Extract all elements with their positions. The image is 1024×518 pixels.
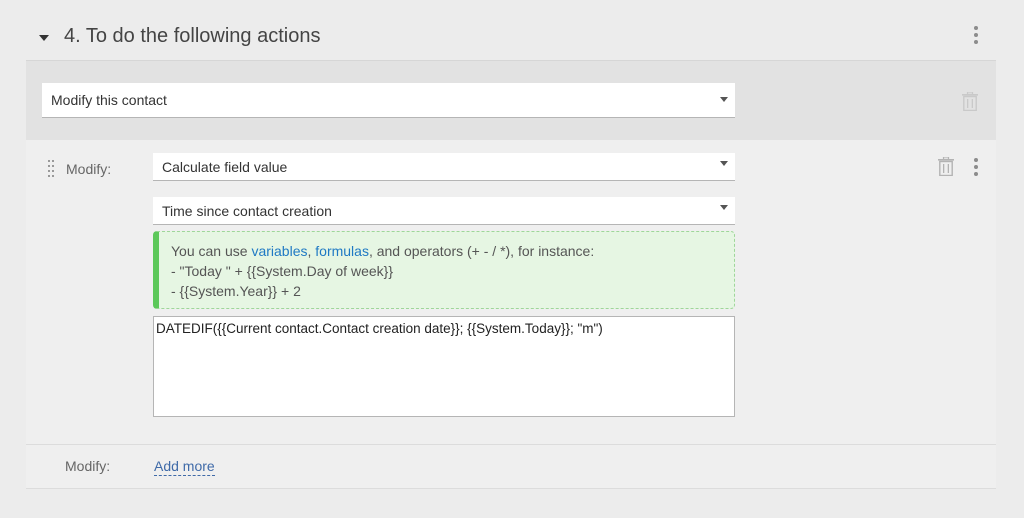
add-more-link[interactable]: Add more <box>154 458 215 476</box>
variables-link[interactable]: variables <box>251 243 307 259</box>
modify-label: Modify: <box>66 161 112 177</box>
divider <box>26 488 996 489</box>
chevron-down-icon <box>720 97 728 102</box>
field-select[interactable]: Time since contact creation <box>153 197 735 225</box>
drag-handle-icon[interactable] <box>48 160 56 177</box>
chevron-down-icon <box>720 204 728 210</box>
section-header: 4. To do the following actions <box>0 0 1024 60</box>
hint-line-1: You can use variables, formulas, and ope… <box>171 241 734 261</box>
section-menu-icon[interactable] <box>971 26 981 46</box>
hint-suffix: , and operators (+ - / *), for instance: <box>368 243 595 259</box>
collapse-arrow-icon[interactable] <box>39 35 49 41</box>
action-trash-icon[interactable] <box>962 92 978 111</box>
modify-menu-icon[interactable] <box>971 158 981 178</box>
action-select[interactable]: Modify this contact <box>42 83 735 118</box>
modify-trash-icon[interactable] <box>938 157 954 176</box>
footer-modify-label: Modify: <box>65 458 111 474</box>
hint-prefix: You can use <box>171 243 252 259</box>
chevron-down-icon <box>720 160 728 166</box>
hint-example-2: - {{System.Year}} + 2 <box>171 283 301 299</box>
formula-hint: You can use variables, formulas, and ope… <box>153 231 735 309</box>
method-select-value: Calculate field value <box>162 158 288 175</box>
method-select[interactable]: Calculate field value <box>153 153 735 181</box>
action-select-value: Modify this contact <box>51 92 167 108</box>
formula-textarea[interactable]: DATEDIF({{Current contact.Contact creati… <box>153 316 735 417</box>
field-select-value: Time since contact creation <box>162 202 332 219</box>
formulas-link[interactable]: formulas <box>315 243 369 259</box>
hint-example-1: - "Today " + {{System.Day of week}} <box>171 263 393 279</box>
section-title: 4. To do the following actions <box>64 25 321 47</box>
